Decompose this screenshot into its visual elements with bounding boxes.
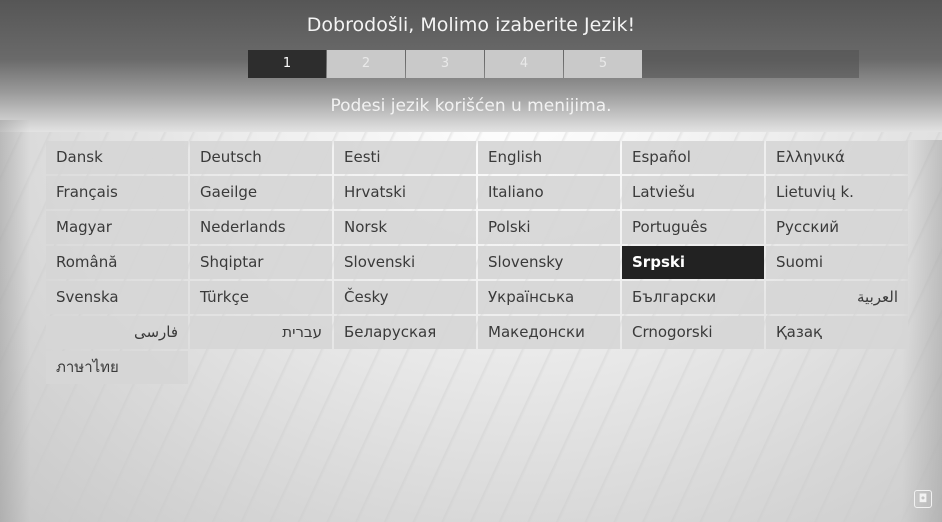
- language-option[interactable]: Македонски: [478, 316, 620, 349]
- language-option[interactable]: Česky: [334, 281, 476, 314]
- language-option[interactable]: Norsk: [334, 211, 476, 244]
- language-option[interactable]: Magyar: [46, 211, 188, 244]
- language-option[interactable]: Français: [46, 176, 188, 209]
- language-option[interactable]: עברית: [190, 316, 332, 349]
- language-option[interactable]: Slovensky: [478, 246, 620, 279]
- tv-screen: Dobrodošli, Molimo izaberite Jezik! 1234…: [0, 0, 942, 522]
- language-grid: Dansk Deutsch Eesti English Español Ελληνικά F…: [46, 141, 910, 384]
- language-option[interactable]: Беларуская: [334, 316, 476, 349]
- language-option[interactable]: Italiano: [478, 176, 620, 209]
- language-option[interactable]: Gaeilge: [190, 176, 332, 209]
- step-2: 2: [327, 50, 405, 78]
- language-option[interactable]: Latviešu: [622, 176, 764, 209]
- language-option[interactable]: Slovenski: [334, 246, 476, 279]
- language-option[interactable]: ภาษาไทย: [46, 351, 188, 384]
- language-option[interactable]: Română: [46, 246, 188, 279]
- language-option[interactable]: العربية: [766, 281, 908, 314]
- language-option[interactable]: Hrvatski: [334, 176, 476, 209]
- language-option[interactable]: Português: [622, 211, 764, 244]
- edge-shade-left: [0, 120, 30, 522]
- language-option[interactable]: Русский: [766, 211, 908, 244]
- language-option[interactable]: Dansk: [46, 141, 188, 174]
- language-option[interactable]: Deutsch: [190, 141, 332, 174]
- language-option[interactable]: Nederlands: [190, 211, 332, 244]
- language-option[interactable]: Türkçe: [190, 281, 332, 314]
- language-option[interactable]: Shqiptar: [190, 246, 332, 279]
- step-3: 3: [406, 50, 484, 78]
- language-option[interactable]: Crnogorski: [622, 316, 764, 349]
- language-option[interactable]: Български: [622, 281, 764, 314]
- language-option[interactable]: Eesti: [334, 141, 476, 174]
- language-option[interactable]: Українська: [478, 281, 620, 314]
- step-bar-tail: [637, 50, 859, 78]
- language-option[interactable]: Polski: [478, 211, 620, 244]
- step-5: 5: [564, 50, 642, 78]
- page-title: Dobrodošli, Molimo izaberite Jezik!: [306, 14, 636, 36]
- language-option[interactable]: Suomi: [766, 246, 908, 279]
- language-option[interactable]: Ελληνικά: [766, 141, 908, 174]
- language-option[interactable]: Қазақ: [766, 316, 908, 349]
- language-option[interactable]: Svenska: [46, 281, 188, 314]
- language-option[interactable]: فارسی: [46, 316, 188, 349]
- page-subtitle: Podesi jezik korišćen u menijima.: [330, 96, 612, 116]
- step-1: 1: [248, 50, 326, 78]
- step-indicator: 12345: [248, 50, 643, 78]
- language-option[interactable]: Lietuvių k.: [766, 176, 908, 209]
- language-option[interactable]: English: [478, 141, 620, 174]
- header-bar: Dobrodošli, Molimo izaberite Jezik! 1234…: [0, 0, 942, 132]
- screen-corner-icon: ◘: [914, 490, 932, 508]
- step-4: 4: [485, 50, 563, 78]
- language-option[interactable]: Español: [622, 141, 764, 174]
- language-option-selected[interactable]: Srpski: [622, 246, 764, 279]
